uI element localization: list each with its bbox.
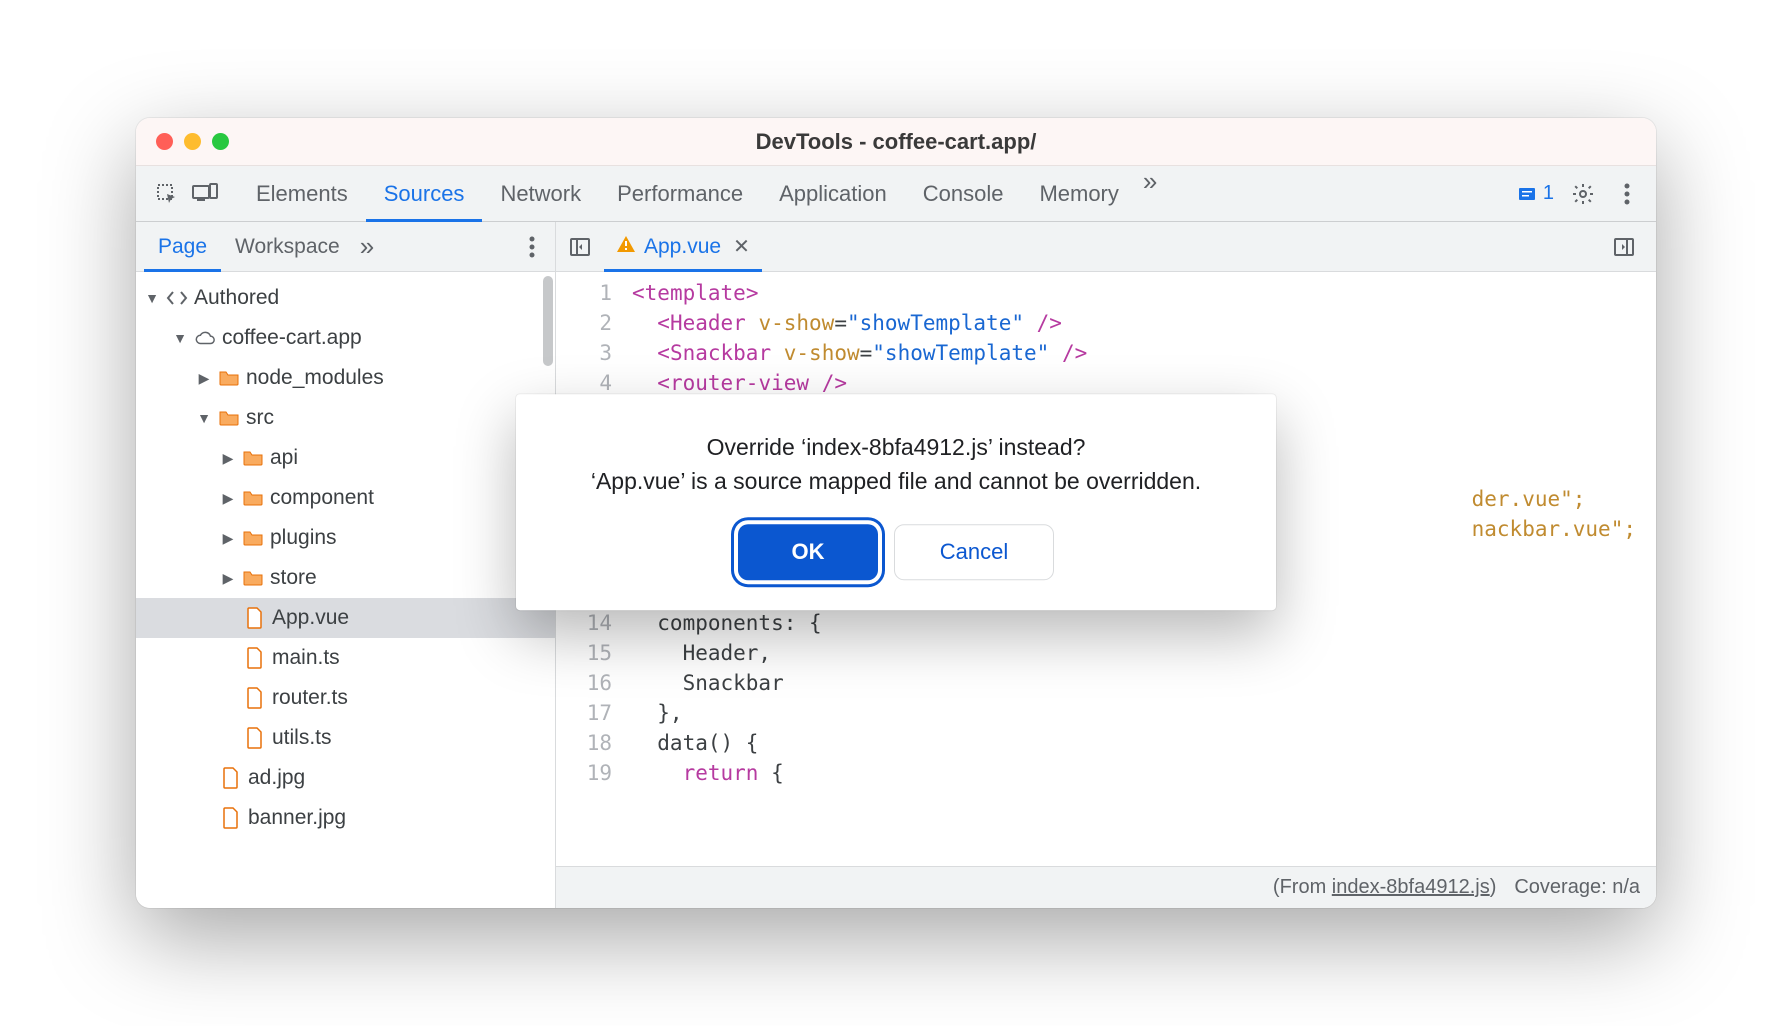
tree-file-app-vue[interactable]: App.vue xyxy=(136,598,555,638)
navigator-tab-workspace[interactable]: Workspace xyxy=(221,222,354,272)
titlebar: DevTools - coffee-cart.app/ xyxy=(136,118,1656,166)
tree-file-ad-jpg[interactable]: ad.jpg xyxy=(136,758,555,798)
file-tab-label: App.vue xyxy=(644,235,721,259)
cloud-icon xyxy=(194,327,216,349)
toggle-debugger-icon[interactable] xyxy=(1608,231,1640,263)
devtools-window: DevTools - coffee-cart.app/ Elements Sou… xyxy=(136,118,1656,908)
toggle-navigator-icon[interactable] xyxy=(564,231,596,263)
navigator-more-tabs-icon[interactable]: » xyxy=(354,231,380,262)
tab-sources[interactable]: Sources xyxy=(366,166,483,222)
file-icon xyxy=(244,687,266,709)
tab-network[interactable]: Network xyxy=(482,166,599,222)
navigator-menu-icon[interactable] xyxy=(517,232,547,262)
issues-badge[interactable]: 1 xyxy=(1517,182,1554,205)
override-dialog: Override ‘index-8bfa4912.js’ instead? ‘A… xyxy=(516,394,1276,610)
file-icon xyxy=(244,647,266,669)
issues-count: 1 xyxy=(1543,182,1554,205)
window-title: DevTools - coffee-cart.app/ xyxy=(136,129,1656,155)
clipped-code-right: der.vue"; nackbar.vue"; xyxy=(1472,484,1636,544)
inspect-element-icon[interactable] xyxy=(150,177,184,211)
folder-icon xyxy=(242,527,264,549)
dialog-line-2: ‘App.vue’ is a source mapped file and ca… xyxy=(550,464,1242,498)
navigator-pane: Page Workspace » ▼ Authored ▼ coffee-car… xyxy=(136,222,556,908)
cancel-button[interactable]: Cancel xyxy=(894,524,1054,580)
tree-root-authored[interactable]: ▼ Authored xyxy=(136,278,555,318)
folder-icon xyxy=(218,407,240,429)
file-tab-app-vue[interactable]: App.vue ✕ xyxy=(604,222,762,272)
file-tree[interactable]: ▼ Authored ▼ coffee-cart.app ▶ node_modu… xyxy=(136,272,555,908)
tree-file-utils-ts[interactable]: utils.ts xyxy=(136,718,555,758)
editor-statusbar: (From index-8bfa4912.js) Coverage: n/a xyxy=(556,866,1656,908)
tree-folder-store[interactable]: ▶ store xyxy=(136,558,555,598)
ok-button[interactable]: OK xyxy=(738,524,878,580)
tab-elements[interactable]: Elements xyxy=(238,166,366,222)
navigator-tabs: Page Workspace » xyxy=(136,222,555,272)
device-toolbar-icon[interactable] xyxy=(188,177,222,211)
close-tab-icon[interactable]: ✕ xyxy=(733,234,750,259)
sourcemap-origin[interactable]: (From index-8bfa4912.js) xyxy=(1273,876,1496,899)
tree-folder-api[interactable]: ▶ api xyxy=(136,438,555,478)
tree-folder-node-modules[interactable]: ▶ node_modules xyxy=(136,358,555,398)
tree-scrollbar[interactable] xyxy=(543,276,553,366)
coverage-status: Coverage: n/a xyxy=(1514,876,1640,899)
folder-icon xyxy=(242,567,264,589)
file-icon xyxy=(244,607,266,629)
tree-file-banner-jpg[interactable]: banner.jpg xyxy=(136,798,555,838)
panel-tabs: Elements Sources Network Performance App… xyxy=(238,166,1517,222)
settings-icon[interactable] xyxy=(1568,179,1598,209)
more-menu-icon[interactable] xyxy=(1612,179,1642,209)
tree-folder-plugins[interactable]: ▶ plugins xyxy=(136,518,555,558)
dialog-line-1: Override ‘index-8bfa4912.js’ instead? xyxy=(550,430,1242,464)
file-icon xyxy=(220,767,242,789)
file-icon xyxy=(220,807,242,829)
more-tabs-icon[interactable]: » xyxy=(1137,166,1163,222)
folder-icon xyxy=(242,487,264,509)
file-tabbar: App.vue ✕ xyxy=(556,222,1656,272)
warning-icon xyxy=(616,235,636,259)
file-icon xyxy=(244,727,266,749)
tree-folder-src[interactable]: ▼ src xyxy=(136,398,555,438)
folder-icon xyxy=(218,367,240,389)
tab-application[interactable]: Application xyxy=(761,166,905,222)
tab-console[interactable]: Console xyxy=(905,166,1022,222)
issue-icon xyxy=(1517,184,1537,204)
tree-file-main-ts[interactable]: main.ts xyxy=(136,638,555,678)
tree-folder-component[interactable]: ▶ component xyxy=(136,478,555,518)
folder-icon xyxy=(242,447,264,469)
tab-memory[interactable]: Memory xyxy=(1021,166,1136,222)
tab-performance[interactable]: Performance xyxy=(599,166,761,222)
main-toolbar: Elements Sources Network Performance App… xyxy=(136,166,1656,222)
tree-domain[interactable]: ▼ coffee-cart.app xyxy=(136,318,555,358)
code-icon xyxy=(166,287,188,309)
navigator-tab-page[interactable]: Page xyxy=(144,222,221,272)
tree-file-router-ts[interactable]: router.ts xyxy=(136,678,555,718)
